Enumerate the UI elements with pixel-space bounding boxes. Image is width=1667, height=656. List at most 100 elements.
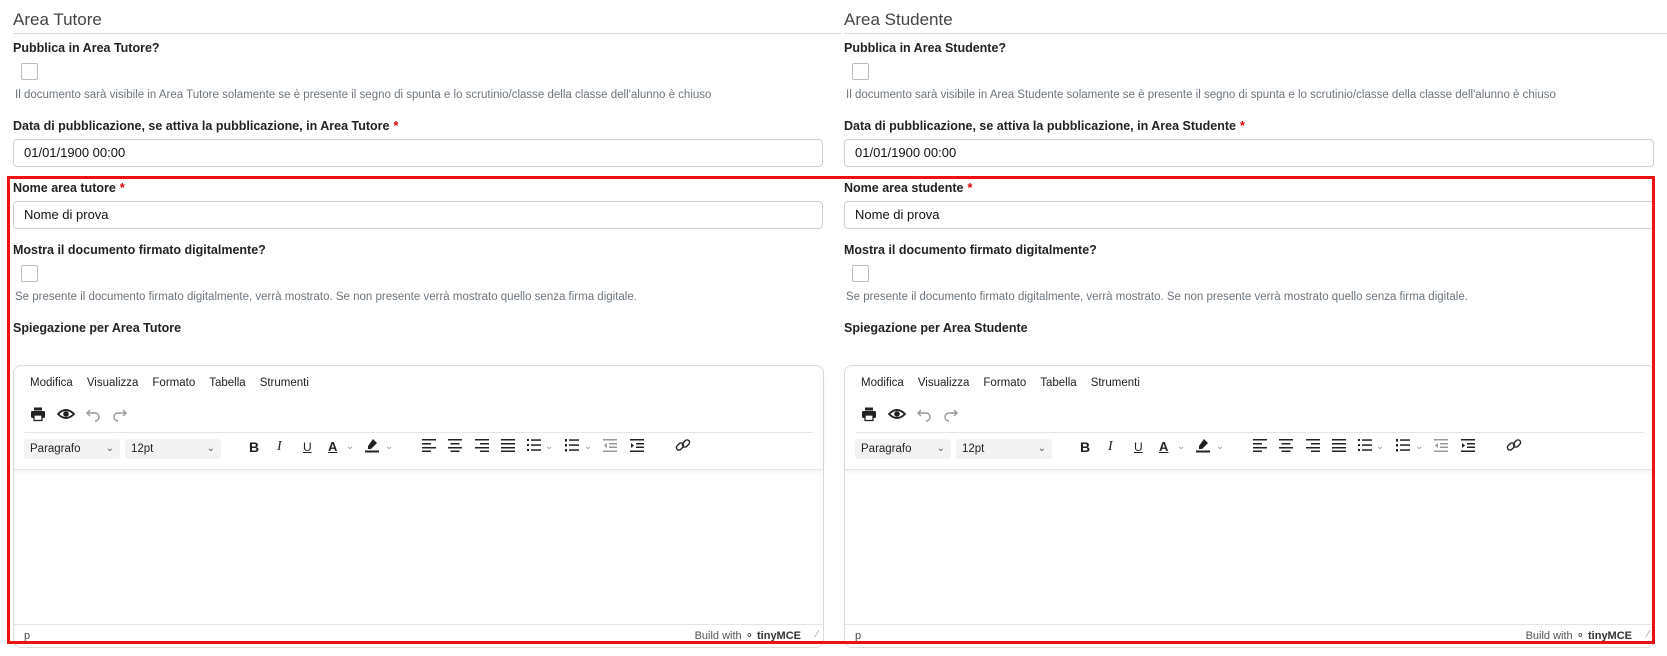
chevron-down-icon[interactable]: ⌄	[545, 437, 553, 457]
undo-icon[interactable]	[85, 406, 101, 427]
chevron-down-icon[interactable]: ⌄	[1177, 437, 1185, 457]
link-icon[interactable]	[675, 437, 691, 458]
signed-doc-label: Mostra il documento firmato digitalmente…	[13, 243, 266, 257]
justify-icon[interactable]	[1332, 437, 1346, 457]
link-icon[interactable]	[1506, 437, 1522, 458]
area-name-label: Nome area tutore *	[13, 181, 125, 195]
italic-icon[interactable]: I	[1108, 437, 1113, 457]
redo-icon[interactable]	[943, 406, 959, 427]
preview-icon[interactable]	[887, 406, 907, 427]
bold-icon[interactable]: B	[249, 437, 259, 457]
chevron-down-icon[interactable]: ⌄	[1415, 437, 1423, 457]
rich-text-editor[interactable]: Modifica Visualizza Formato Tabella Strument…	[844, 365, 1655, 648]
align-right-icon[interactable]	[1306, 437, 1320, 457]
toolbar-divider	[24, 432, 813, 433]
chevron-down-icon[interactable]: ⌄	[1376, 437, 1384, 457]
editor-toolbar-area: Modifica Visualizza Formato Tabella Strument…	[14, 366, 823, 470]
outdent-icon[interactable]	[603, 437, 617, 457]
area-name-input[interactable]: Nome di prova	[13, 201, 823, 229]
required-marker: *	[1239, 119, 1245, 133]
text-color-icon[interactable]: A	[328, 437, 337, 457]
text-color-icon[interactable]: A	[1159, 437, 1168, 457]
required-marker: *	[967, 181, 973, 195]
tinymce-branding[interactable]: Build with ⚬ tinyMCE	[1526, 629, 1632, 642]
element-path[interactable]: p	[24, 630, 30, 642]
signed-doc-label: Mostra il documento firmato digitalmente…	[844, 243, 1097, 257]
publish-help-text: Il documento sarà visibile in Area Tutor…	[15, 89, 712, 101]
print-icon[interactable]	[30, 406, 46, 427]
tinymce-branding[interactable]: Build with ⚬ tinyMCE	[695, 629, 801, 642]
resize-grip-icon[interactable]: ∕	[816, 629, 818, 640]
highlight-icon[interactable]	[364, 437, 380, 458]
publish-checkbox[interactable]	[852, 63, 869, 80]
signed-doc-checkbox[interactable]	[21, 265, 38, 282]
font-size-select[interactable]: 12pt ⌄	[956, 439, 1052, 459]
menu-strumenti[interactable]: Strumenti	[260, 377, 309, 389]
publish-checkbox[interactable]	[21, 63, 38, 80]
chevron-down-icon[interactable]: ⌄	[346, 437, 354, 457]
publish-date-label: Data di pubblicazione, se attiva la pubb…	[13, 119, 399, 133]
chevron-down-icon: ⌄	[105, 443, 114, 454]
preview-icon[interactable]	[56, 406, 76, 427]
rich-text-editor[interactable]: Modifica Visualizza Formato Tabella Strument…	[13, 365, 824, 648]
numbered-list-icon[interactable]	[565, 437, 579, 457]
justify-icon[interactable]	[501, 437, 515, 457]
indent-icon[interactable]	[630, 437, 644, 457]
align-center-icon[interactable]	[448, 437, 462, 457]
publish-date-input[interactable]: 01/01/1900 00:00	[844, 139, 1654, 167]
chevron-down-icon[interactable]: ⌄	[1216, 437, 1224, 457]
menu-modifica[interactable]: Modifica	[861, 377, 904, 389]
print-icon[interactable]	[861, 406, 877, 427]
signed-doc-help-text: Se presente il documento firmato digital…	[15, 291, 637, 303]
highlight-icon[interactable]	[1195, 437, 1211, 458]
editor-statusbar: p Build with ⚬ tinyMCE ∕	[14, 624, 823, 647]
align-left-icon[interactable]	[422, 437, 436, 457]
bold-icon[interactable]: B	[1080, 437, 1090, 457]
explanation-label: Spiegazione per Area Tutore	[13, 321, 182, 335]
chevron-down-icon[interactable]: ⌄	[385, 437, 393, 457]
menu-formato[interactable]: Formato	[983, 377, 1026, 389]
bullet-list-icon[interactable]	[1358, 437, 1372, 457]
align-center-icon[interactable]	[1279, 437, 1293, 457]
underline-icon[interactable]: U	[1134, 437, 1143, 457]
tinymce-logo-icon: ⚬	[744, 630, 754, 642]
section-title: Area Tutore	[13, 10, 102, 29]
undo-icon[interactable]	[916, 406, 932, 427]
section-divider	[13, 33, 841, 34]
section-divider	[844, 33, 1667, 34]
italic-icon[interactable]: I	[277, 437, 282, 457]
bullet-list-icon[interactable]	[527, 437, 541, 457]
align-right-icon[interactable]	[475, 437, 489, 457]
menu-modifica[interactable]: Modifica	[30, 377, 73, 389]
block-format-select[interactable]: Paragrafo ⌄	[24, 439, 120, 459]
publish-date-input[interactable]: 01/01/1900 00:00	[13, 139, 823, 167]
editor-toolbar-area: Modifica Visualizza Formato Tabella Strument…	[845, 366, 1654, 470]
align-left-icon[interactable]	[1253, 437, 1267, 457]
menu-tabella[interactable]: Tabella	[1040, 377, 1076, 389]
element-path[interactable]: p	[855, 630, 861, 642]
publish-date-label: Data di pubblicazione, se attiva la pubb…	[844, 119, 1245, 133]
menu-visualizza[interactable]: Visualizza	[87, 377, 139, 389]
outdent-icon[interactable]	[1434, 437, 1448, 457]
explanation-label: Spiegazione per Area Studente	[844, 321, 1028, 335]
chevron-down-icon[interactable]: ⌄	[584, 437, 592, 457]
menu-visualizza[interactable]: Visualizza	[918, 377, 970, 389]
publish-label: Pubblica in Area Tutore?	[13, 41, 160, 55]
editor-toolbar-row-2: Paragrafo ⌄ 12pt ⌄ B I U A ⌄ ⌄ ⌄ ⌄	[855, 437, 1644, 461]
indent-icon[interactable]	[1461, 437, 1475, 457]
resize-grip-icon[interactable]: ∕	[1647, 629, 1649, 640]
editor-menubar: Modifica Visualizza Formato Tabella Strument…	[30, 377, 323, 389]
menu-tabella[interactable]: Tabella	[209, 377, 245, 389]
numbered-list-icon[interactable]	[1396, 437, 1410, 457]
chevron-down-icon: ⌄	[1037, 443, 1046, 454]
underline-icon[interactable]: U	[303, 437, 312, 457]
menu-strumenti[interactable]: Strumenti	[1091, 377, 1140, 389]
tinymce-logo-icon: ⚬	[1575, 630, 1585, 642]
section-title: Area Studente	[844, 10, 953, 29]
signed-doc-checkbox[interactable]	[852, 265, 869, 282]
menu-formato[interactable]: Formato	[152, 377, 195, 389]
redo-icon[interactable]	[112, 406, 128, 427]
font-size-select[interactable]: 12pt ⌄	[125, 439, 221, 459]
area-name-input[interactable]: Nome di prova	[844, 201, 1654, 229]
block-format-select[interactable]: Paragrafo ⌄	[855, 439, 951, 459]
